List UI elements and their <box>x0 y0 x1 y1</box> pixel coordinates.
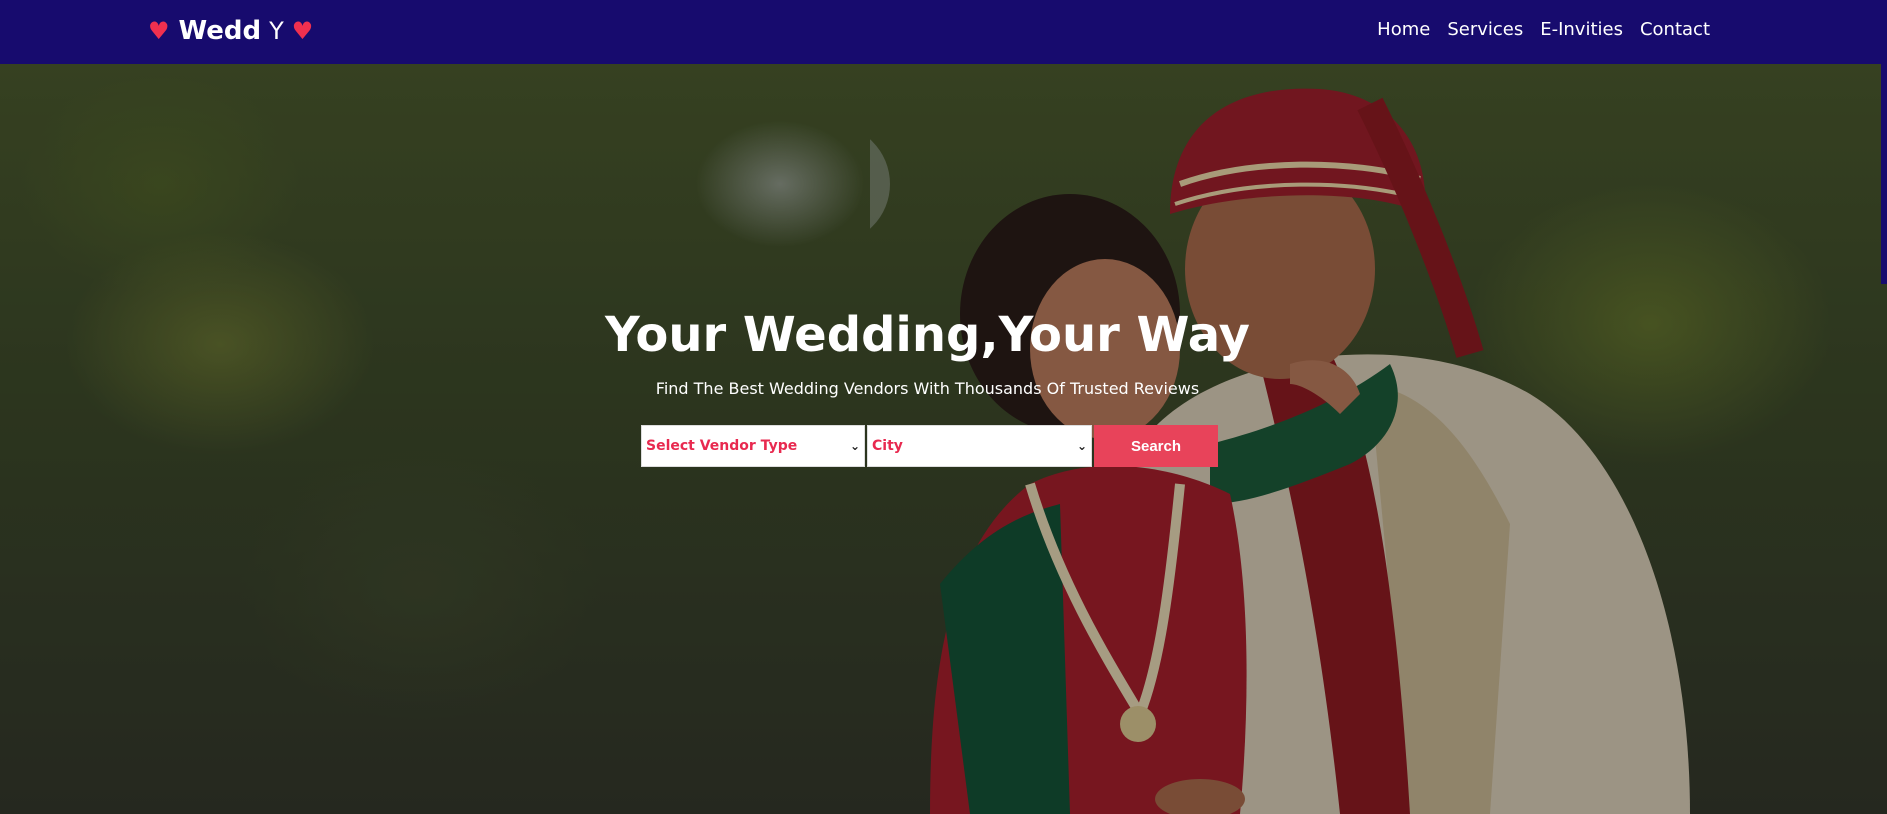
brand-suffix: Y <box>269 17 284 45</box>
hero-title: Your Wedding,Your Way <box>605 307 1250 363</box>
nav-link-e-invities[interactable]: E-Invities <box>1540 18 1623 42</box>
vendor-type-selected: Select Vendor Type <box>646 438 798 454</box>
chevron-down-icon: ⌄ <box>849 439 860 453</box>
search-button[interactable]: Search <box>1094 425 1218 467</box>
scrollbar-thumb[interactable] <box>1881 64 1887 284</box>
brand-logo[interactable]: ♥ Wedd Y ♥ <box>148 14 313 48</box>
heart-icon: ♥ <box>291 17 314 45</box>
nav-link-home[interactable]: Home <box>1377 18 1430 42</box>
vendor-type-select[interactable]: Select Vendor Type ⌄ <box>641 425 865 467</box>
heart-icon: ♥ <box>148 17 170 45</box>
nav-links: Home Services E-Invities Contact <box>1377 18 1710 42</box>
city-select[interactable]: City ⌄ <box>867 425 1092 467</box>
brand-name: Wedd <box>178 16 262 46</box>
navbar: ♥ Wedd Y ♥ Home Services E-Invities Cont… <box>0 0 1887 64</box>
vendor-search-form: Select Vendor Type ⌄ City ⌄ Search <box>641 425 1218 467</box>
city-selected: City <box>872 438 903 454</box>
chevron-down-icon: ⌄ <box>1076 439 1087 453</box>
hero-content: Your Wedding,Your Way Find The Best Wedd… <box>0 64 1887 814</box>
hero-section: Your Wedding,Your Way Find The Best Wedd… <box>0 64 1887 814</box>
hero-subtitle: Find The Best Wedding Vendors With Thous… <box>655 379 1200 398</box>
nav-link-services[interactable]: Services <box>1447 18 1523 42</box>
nav-link-contact[interactable]: Contact <box>1640 18 1710 42</box>
